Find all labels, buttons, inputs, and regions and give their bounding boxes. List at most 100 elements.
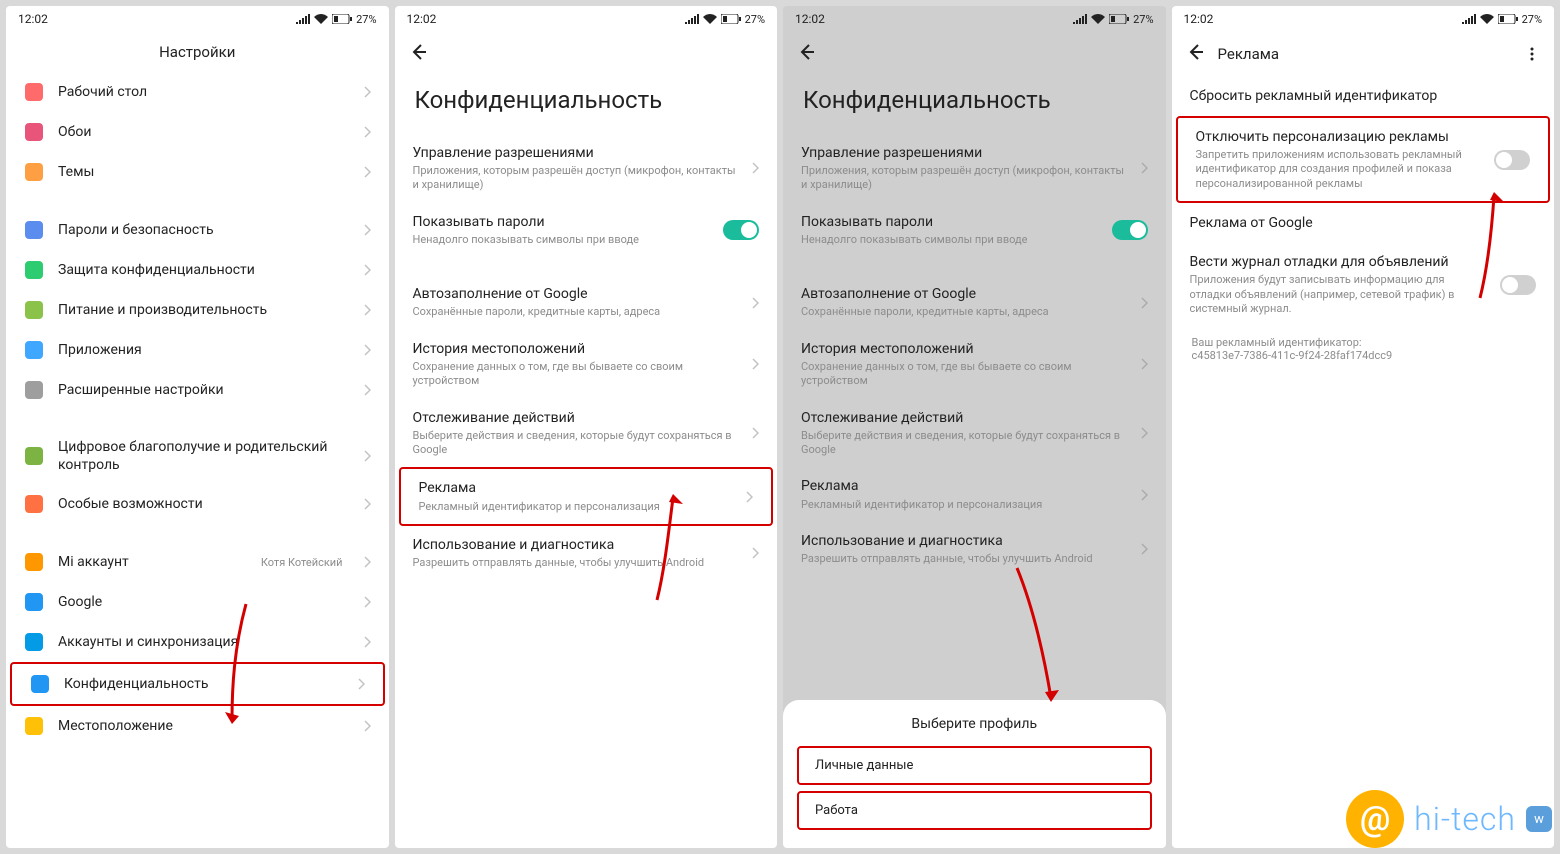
privacy-row[interactable]: Отслеживание действий Выберите действия …	[783, 399, 1166, 468]
page-title: Конфиденциальность	[783, 76, 1166, 134]
settings-row-google[interactable]: Google	[6, 582, 389, 622]
sheet-item-personal[interactable]: Личные данные	[797, 746, 1152, 785]
optout-toggle[interactable]	[1494, 150, 1530, 170]
sheet-item-work[interactable]: Работа	[797, 791, 1152, 830]
row-sub: Сохранение данных о том, где вы бываете …	[413, 360, 738, 389]
privacy-row[interactable]: Использование и диагностика Разрешить от…	[783, 522, 1166, 576]
battery-pct: 27%	[1133, 13, 1153, 26]
row-label: Местоположение	[58, 717, 349, 735]
back-button[interactable]	[797, 42, 817, 66]
status-right: 27%	[1462, 13, 1542, 26]
settings-list[interactable]: Рабочий стол Обои Темы Пароли и безопасн…	[6, 72, 389, 848]
settings-row-desktop[interactable]: Рабочий стол	[6, 72, 389, 112]
status-bar: 12:02 27%	[6, 6, 389, 32]
chevron-right-icon	[751, 162, 759, 174]
privacy-list[interactable]: Управление разрешениями Приложения, кото…	[395, 134, 778, 848]
debug-row[interactable]: Вести журнал отладки для объявлений Прил…	[1172, 243, 1555, 326]
row-sub: Сохранение данных о том, где вы бываете …	[801, 360, 1126, 389]
battery-pct: 27%	[356, 13, 376, 26]
privacy-row[interactable]: Автозаполнение от Google Сохранённые пар…	[783, 275, 1166, 329]
settings-row-conf[interactable]: Конфиденциальность	[10, 662, 385, 706]
arrow-left-icon	[1186, 42, 1206, 62]
row-sub: Приложения, которым разрешён доступ (мик…	[801, 164, 1126, 193]
chevron-right-icon	[751, 547, 759, 559]
row-label: Автозаполнение от Google	[801, 285, 1126, 303]
privacy-row[interactable]: История местоположений Сохранение данных…	[395, 330, 778, 399]
settings-row-mi[interactable]: Mi аккаунт Котя Котейский	[6, 542, 389, 582]
screenshot-2: 12:02 27% Конфиденциальность Управление …	[395, 6, 778, 848]
battery-icon	[332, 14, 352, 24]
chevron-right-icon	[1140, 297, 1148, 309]
chevron-right-icon	[363, 344, 371, 356]
ad-id-block: Ваш рекламный идентификатор: c45813e7-73…	[1172, 326, 1555, 372]
ad-id-value: c45813e7-7386-411c-9f24-28faf174dcc9	[1192, 349, 1535, 362]
settings-row-battery[interactable]: Питание и производительность	[6, 290, 389, 330]
toggle[interactable]	[1112, 220, 1148, 240]
privacy-row[interactable]: Показывать пароли Ненадолго показывать с…	[783, 203, 1166, 257]
arrow-left-icon	[797, 42, 817, 62]
advanced-icon	[24, 380, 44, 400]
settings-row-wellbeing[interactable]: Цифровое благополучие и родительский кон…	[6, 428, 389, 484]
settings-row-sync[interactable]: Аккаунты и синхронизация	[6, 622, 389, 662]
row-label: Особые возможности	[58, 495, 349, 513]
status-time: 12:02	[795, 12, 825, 26]
chevron-right-icon	[751, 358, 759, 370]
signal-icon	[1462, 14, 1476, 24]
row-label: Питание и производительность	[58, 301, 349, 319]
chevron-right-icon	[745, 491, 753, 503]
row-label: История местоположений	[413, 340, 738, 358]
settings-row-apps[interactable]: Приложения	[6, 330, 389, 370]
signal-icon	[685, 14, 699, 24]
row-label: Отслеживание действий	[413, 409, 738, 427]
status-right: 27%	[296, 13, 376, 26]
settings-row-privacy[interactable]: Защита конфиденциальности	[6, 250, 389, 290]
toggle[interactable]	[723, 220, 759, 240]
sheet-title: Выберите профиль	[783, 716, 1166, 732]
settings-row-loc[interactable]: Местоположение	[6, 706, 389, 746]
google-ads-row[interactable]: Реклама от Google	[1172, 203, 1555, 243]
row-label: Реклама от Google	[1190, 214, 1537, 232]
privacy-row[interactable]: Управление разрешениями Приложения, кото…	[395, 134, 778, 203]
status-bar: 12:02 27%	[395, 6, 778, 32]
wellbeing-icon	[24, 446, 44, 466]
settings-row-advanced[interactable]: Расширенные настройки	[6, 370, 389, 410]
battery-icon	[721, 14, 741, 24]
row-label: Google	[58, 593, 349, 611]
privacy-row[interactable]: Автозаполнение от Google Сохранённые пар…	[395, 275, 778, 329]
apps-icon	[24, 340, 44, 360]
signal-icon	[1073, 14, 1087, 24]
privacy-row[interactable]: Реклама Рекламный идентификатор и персон…	[399, 467, 774, 525]
privacy-row[interactable]: Использование и диагностика Разрешить от…	[395, 526, 778, 580]
optout-row[interactable]: Отключить персонализацию рекламы Запрети…	[1176, 116, 1551, 203]
chevron-right-icon	[363, 166, 371, 178]
privacy-row[interactable]: Отслеживание действий Выберите действия …	[395, 399, 778, 468]
status-bar: 12:02 27%	[1172, 6, 1555, 32]
more-button[interactable]	[1524, 46, 1540, 66]
privacy-row[interactable]: Реклама Рекламный идентификатор и персон…	[783, 467, 1166, 521]
chevron-right-icon	[363, 304, 371, 316]
row-label: Реклама	[801, 477, 1126, 495]
header	[783, 32, 1166, 76]
back-button[interactable]	[409, 42, 429, 66]
reset-ad-id-row[interactable]: Сбросить рекламный идентификатор	[1172, 76, 1555, 116]
row-sub: Разрешить отправлять данные, чтобы улучш…	[413, 556, 738, 570]
conf-icon	[30, 674, 50, 694]
row-sub: Ненадолго показывать символы при вводе	[801, 233, 1098, 247]
battery-icon	[1498, 14, 1518, 24]
settings-row-access[interactable]: Особые возможности	[6, 484, 389, 524]
more-vert-icon	[1524, 46, 1540, 62]
settings-row-themes[interactable]: Темы	[6, 152, 389, 192]
chevron-right-icon	[363, 264, 371, 276]
settings-row-security[interactable]: Пароли и безопасность	[6, 210, 389, 250]
chevron-right-icon	[363, 224, 371, 236]
back-button[interactable]	[1186, 42, 1206, 66]
privacy-row[interactable]: Управление разрешениями Приложения, кото…	[783, 134, 1166, 203]
privacy-row[interactable]: История местоположений Сохранение данных…	[783, 330, 1166, 399]
ads-list[interactable]: Сбросить рекламный идентификатор Отключи…	[1172, 76, 1555, 848]
settings-row-wallpaper[interactable]: Обои	[6, 112, 389, 152]
privacy-row[interactable]: Показывать пароли Ненадолго показывать с…	[395, 203, 778, 257]
wifi-icon	[703, 14, 717, 24]
status-bar: 12:02 27%	[783, 6, 1166, 32]
debug-toggle[interactable]	[1500, 275, 1536, 295]
page-title: Конфиденциальность	[395, 76, 778, 134]
